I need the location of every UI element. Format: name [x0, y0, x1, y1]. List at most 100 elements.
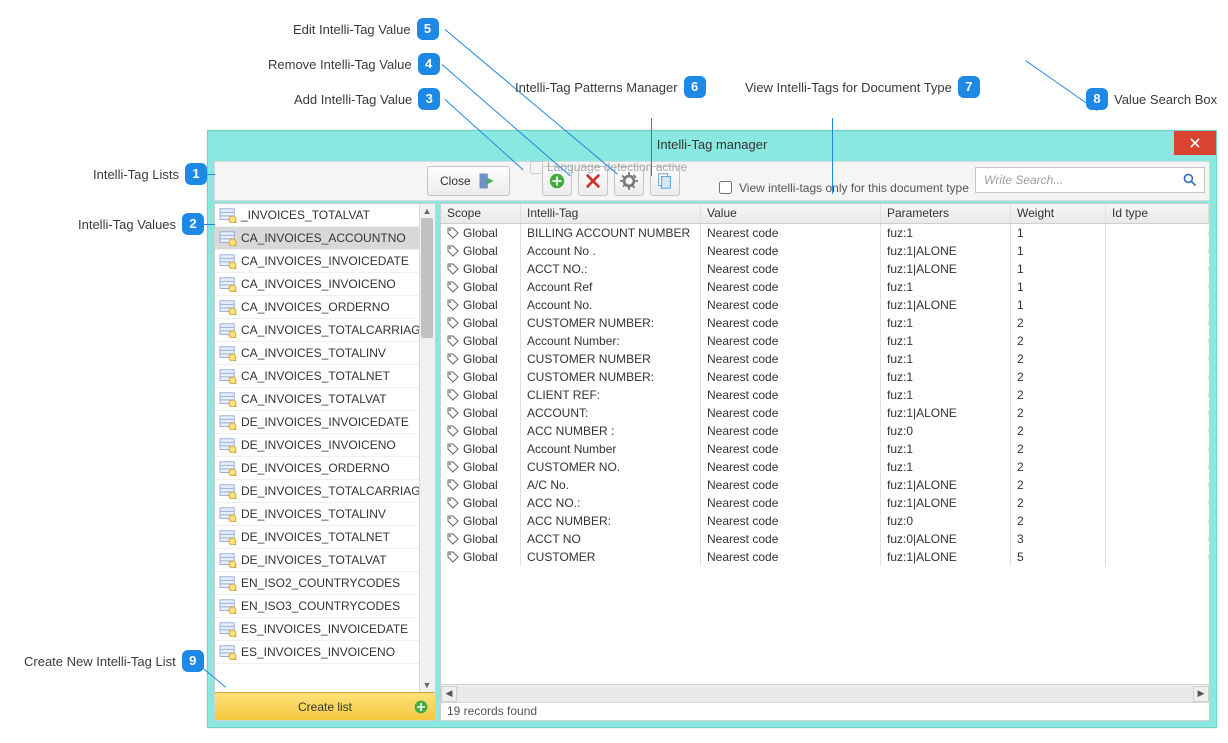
cell-intelli-tag: CUSTOMER — [521, 548, 701, 566]
view-doctype-checkbox[interactable] — [719, 181, 732, 194]
table-row[interactable]: GlobalCUSTOMER NO.Nearest codefuz:12 — [441, 458, 1209, 476]
list-item[interactable]: CA_INVOICES_TOTALVAT — [215, 388, 435, 411]
list-item[interactable]: ES_INVOICES_INVOICENO — [215, 641, 435, 664]
table-row[interactable]: GlobalA/C No.Nearest codefuz:1|ALONE2 — [441, 476, 1209, 494]
view-doctype-checkbox-wrap[interactable]: View intelli-tags only for this document… — [715, 178, 969, 197]
tag-icon — [447, 515, 459, 527]
col-header-scope[interactable]: Scope — [441, 204, 521, 223]
list-item[interactable]: EN_ISO2_COUNTRYCODES — [215, 572, 435, 595]
cell-intelli-tag: Account No . — [521, 242, 701, 260]
search-input[interactable] — [982, 172, 1182, 188]
search-icon[interactable] — [1182, 172, 1198, 188]
table-tag-icon — [219, 644, 237, 660]
list-item-label: CA_INVOICES_TOTALINV — [241, 346, 386, 360]
table-row[interactable]: GlobalBILLING ACCOUNT NUMBERNearest code… — [441, 224, 1209, 242]
callout-label: Intelli-Tag Patterns Manager — [515, 80, 678, 95]
list-item[interactable]: EN_ISO3_COUNTRYCODES — [215, 595, 435, 618]
list-item[interactable]: DE_INVOICES_INVOICEDATE — [215, 411, 435, 434]
cell-value: Nearest code — [701, 350, 881, 368]
create-list-button[interactable]: Create list — [215, 692, 435, 720]
scroll-up-icon[interactable]: ▲ — [419, 204, 435, 218]
cell-idtype — [1106, 411, 1209, 415]
window-close-button[interactable] — [1174, 131, 1216, 155]
list-item[interactable]: ES_INVOICES_INVOICEDATE — [215, 618, 435, 641]
table-tag-icon — [219, 460, 237, 476]
list-item[interactable]: CA_INVOICES_INVOICEDATE — [215, 250, 435, 273]
list-item[interactable]: CA_INVOICES_INVOICENO — [215, 273, 435, 296]
list-item-label: CA_INVOICES_ORDERNO — [241, 300, 390, 314]
table-tag-icon — [219, 621, 237, 637]
col-header-weight[interactable]: Weight — [1011, 204, 1106, 223]
cell-intelli-tag: CUSTOMER NUMBER: — [521, 314, 701, 332]
table-row[interactable]: GlobalCUSTOMER NUMBER:Nearest codefuz:12 — [441, 314, 1209, 332]
scrollbar-thumb[interactable] — [421, 218, 433, 338]
list-item[interactable]: DE_INVOICES_TOTALINV — [215, 503, 435, 526]
table-row[interactable]: GlobalACCT NO.:Nearest codefuz:1|ALONE1 — [441, 260, 1209, 278]
table-row[interactable]: GlobalACCT NONearest codefuz:0|ALONE3 — [441, 530, 1209, 548]
cell-idtype — [1106, 321, 1209, 325]
list-item[interactable]: _INVOICES_TOTALVAT — [215, 204, 435, 227]
table-row[interactable]: GlobalCUSTOMER NUMBER:Nearest codefuz:12 — [441, 368, 1209, 386]
cell-value: Nearest code — [701, 422, 881, 440]
search-box[interactable] — [975, 167, 1205, 193]
cell-value: Nearest code — [701, 278, 881, 296]
create-list-label: Create list — [298, 700, 352, 714]
table-tag-icon — [219, 207, 237, 223]
cell-idtype — [1106, 447, 1209, 451]
grid-body: GlobalBILLING ACCOUNT NUMBERNearest code… — [441, 224, 1209, 684]
table-row[interactable]: GlobalACC NUMBER :Nearest codefuz:02 — [441, 422, 1209, 440]
scroll-left-icon[interactable]: ◀ — [441, 686, 457, 702]
cell-intelli-tag: Account Number: — [521, 332, 701, 350]
callout-label: Create New Intelli-Tag List — [24, 654, 176, 669]
table-row[interactable]: GlobalACC NUMBER:Nearest codefuz:02 — [441, 512, 1209, 530]
cell-value: Nearest code — [701, 368, 881, 386]
table-row[interactable]: GlobalACC NO.:Nearest codefuz:1|ALONE2 — [441, 494, 1209, 512]
cell-value: Nearest code — [701, 386, 881, 404]
col-header-tag[interactable]: Intelli-Tag — [521, 204, 701, 223]
cell-value: Nearest code — [701, 260, 881, 278]
cell-scope: Global — [441, 422, 521, 440]
scroll-down-icon[interactable]: ▼ — [419, 678, 435, 692]
table-row[interactable]: GlobalACCOUNT:Nearest codefuz:1|ALONE2 — [441, 404, 1209, 422]
list-item[interactable]: DE_INVOICES_TOTALVAT — [215, 549, 435, 572]
list-item[interactable]: CA_INVOICES_TOTALNET — [215, 365, 435, 388]
tag-icon — [447, 281, 459, 293]
list-item[interactable]: CA_INVOICES_TOTALCARRIAGE — [215, 319, 435, 342]
list-item-label: DE_INVOICES_INVOICEDATE — [241, 415, 409, 429]
col-header-idtype[interactable]: Id type — [1106, 204, 1209, 223]
table-row[interactable]: GlobalAccount No.Nearest codefuz:1|ALONE… — [441, 296, 1209, 314]
tag-list-scroll[interactable]: _INVOICES_TOTALVATCA_INVOICES_ACCOUNTNOC… — [215, 204, 435, 692]
cell-value: Nearest code — [701, 296, 881, 314]
list-item[interactable]: DE_INVOICES_INVOICENO — [215, 434, 435, 457]
list-item-label: EN_ISO2_COUNTRYCODES — [241, 576, 400, 590]
cell-scope: Global — [441, 314, 521, 332]
scroll-right-icon[interactable]: ▶ — [1193, 686, 1209, 702]
cell-parameters: fuz:1 — [881, 350, 1011, 368]
vertical-scrollbar[interactable]: ▲ ▼ — [419, 204, 435, 692]
table-row[interactable]: GlobalAccount NumberNearest codefuz:12 — [441, 440, 1209, 458]
col-header-params[interactable]: Parameters — [881, 204, 1011, 223]
record-count-label: 19 records found — [447, 704, 537, 718]
cell-value: Nearest code — [701, 548, 881, 566]
list-item[interactable]: CA_INVOICES_ORDERNO — [215, 296, 435, 319]
table-row[interactable]: GlobalAccount RefNearest codefuz:11 — [441, 278, 1209, 296]
list-item[interactable]: DE_INVOICES_ORDERNO — [215, 457, 435, 480]
cell-value: Nearest code — [701, 512, 881, 530]
callout-number: 6 — [684, 76, 706, 98]
close-button[interactable]: Close — [427, 166, 510, 196]
table-tag-icon — [219, 230, 237, 246]
table-row[interactable]: GlobalCLIENT REF:Nearest codefuz:12 — [441, 386, 1209, 404]
table-row[interactable]: GlobalCUSTOMER NUMBERNearest codefuz:12 — [441, 350, 1209, 368]
callout-label: View Intelli-Tags for Document Type — [745, 80, 952, 95]
table-row[interactable]: GlobalAccount Number:Nearest codefuz:12 — [441, 332, 1209, 350]
list-item[interactable]: CA_INVOICES_ACCOUNTNO — [215, 227, 435, 250]
grid-horizontal-scrollbar[interactable]: ◀ ▶ — [441, 684, 1209, 702]
cell-scope: Global — [441, 476, 521, 494]
list-item[interactable]: DE_INVOICES_TOTALCARRIAGE — [215, 480, 435, 503]
table-row[interactable]: GlobalAccount No .Nearest codefuz:1|ALON… — [441, 242, 1209, 260]
list-item[interactable]: DE_INVOICES_TOTALNET — [215, 526, 435, 549]
table-row[interactable]: GlobalCUSTOMERNearest codefuz:1|ALONE5 — [441, 548, 1209, 566]
list-item[interactable]: CA_INVOICES_TOTALINV — [215, 342, 435, 365]
cell-weight: 2 — [1011, 314, 1106, 332]
col-header-value[interactable]: Value — [701, 204, 881, 223]
